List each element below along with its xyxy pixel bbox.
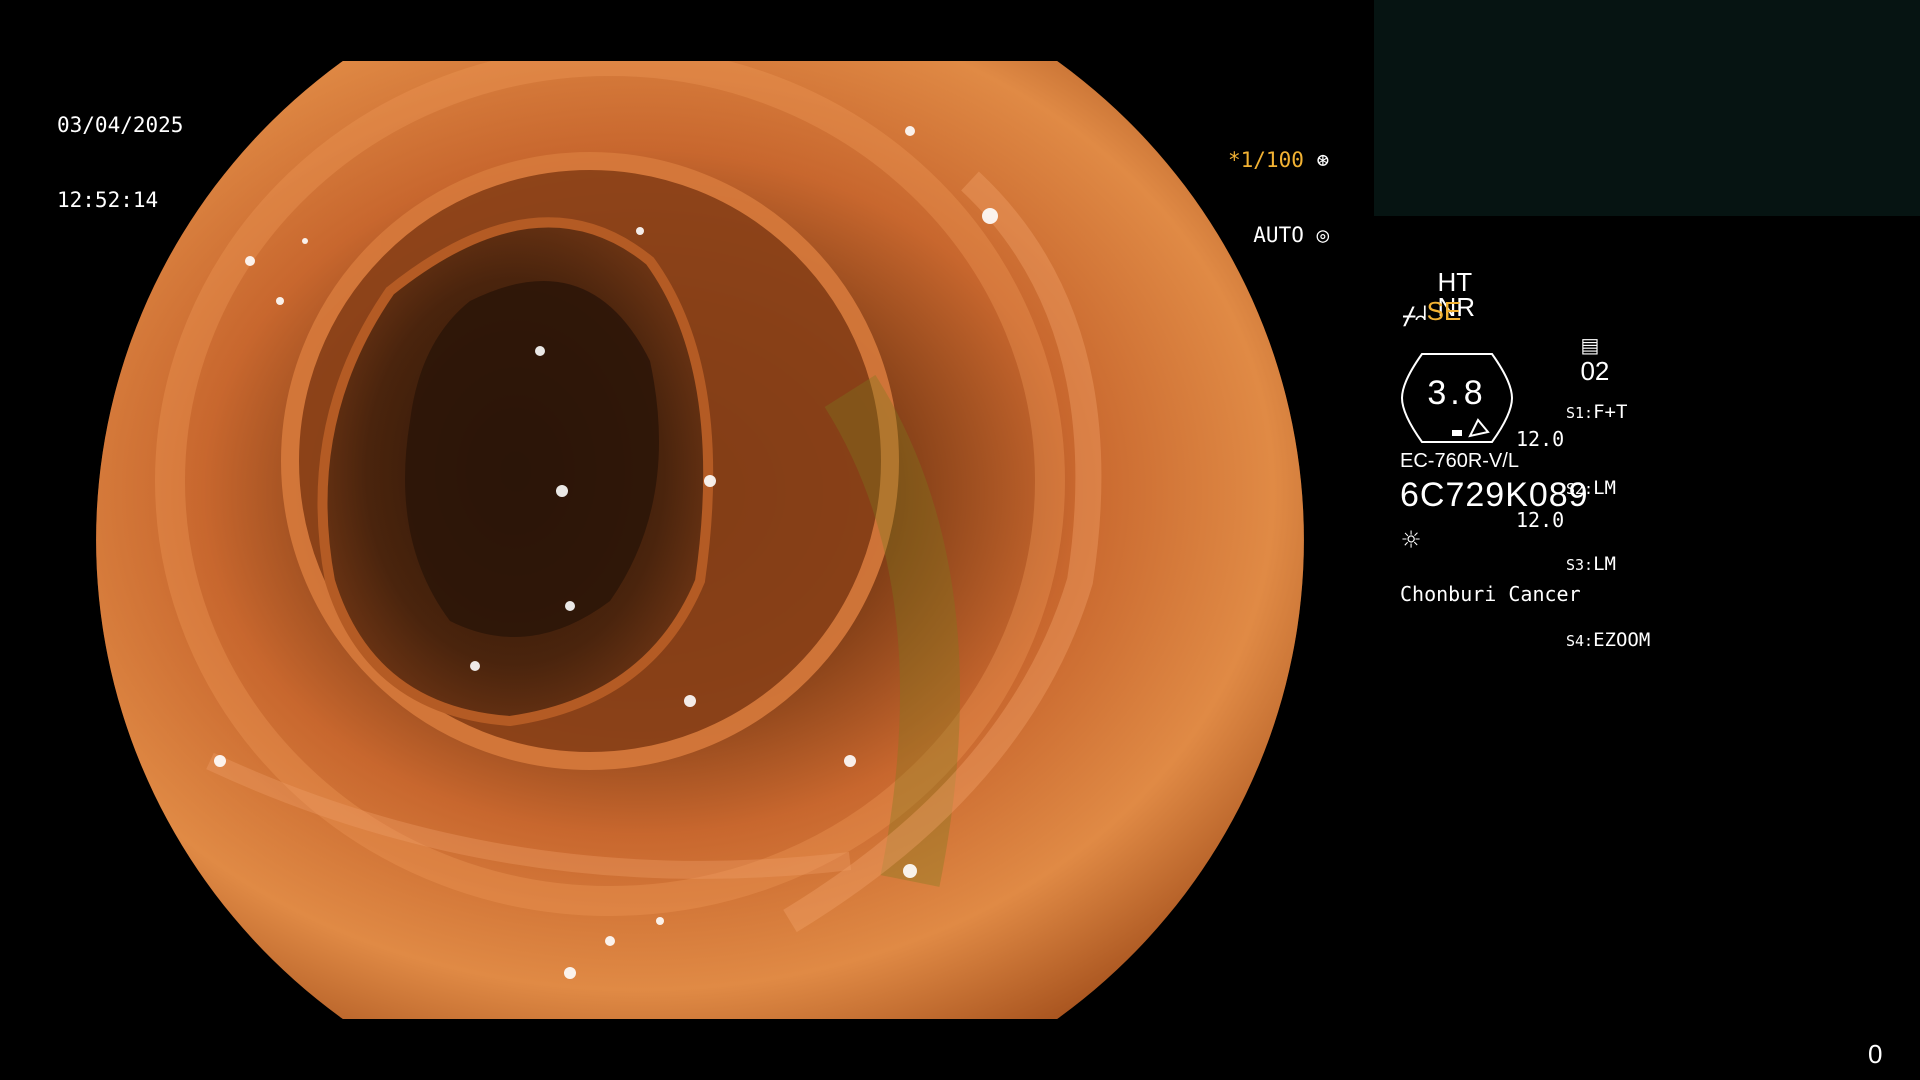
date-time-block: 03/04/2025 12:52:14 (57, 63, 183, 238)
iris-icon: ◎ (1303, 223, 1330, 247)
scope-model: EC-760R-V/L (1400, 450, 1519, 472)
wave-icon: ⌿ (1402, 302, 1417, 330)
sun-icon: ☼ (1402, 523, 1421, 558)
value-1: 12.0 (1516, 427, 1565, 451)
magnification-indicator: 3.8 (1400, 352, 1514, 444)
switch-row-4: S4:EZOOM (1566, 629, 1651, 651)
value-column: 12.0 12.0 (1516, 372, 1564, 561)
aperture-icon: ⊛ (1303, 148, 1330, 172)
time-text: 12:52:14 (57, 188, 159, 212)
exposure-mode-text: AUTO (1253, 223, 1304, 247)
switch-row-3: S3:LM (1566, 553, 1616, 575)
switch-row-1: S1:F+T (1566, 401, 1628, 423)
frame-counter: 0 (1868, 1039, 1883, 1069)
date-text: 03/04/2025 (57, 113, 184, 137)
colon-image (96, 61, 1304, 1019)
se-label: SE (1426, 296, 1462, 326)
endoscope-view (96, 61, 1304, 1019)
institution-name: Chonburi Cancer (1400, 582, 1581, 606)
thumbnail-panel (1374, 0, 1920, 216)
magnification-value: 3.8 (1427, 374, 1487, 412)
exposure-block: *1/100 ⊛ AUTO ◎ (1228, 98, 1329, 273)
serial-number: 6C729K089 (1400, 476, 1589, 514)
shutter-text: *1/100 (1228, 148, 1304, 172)
